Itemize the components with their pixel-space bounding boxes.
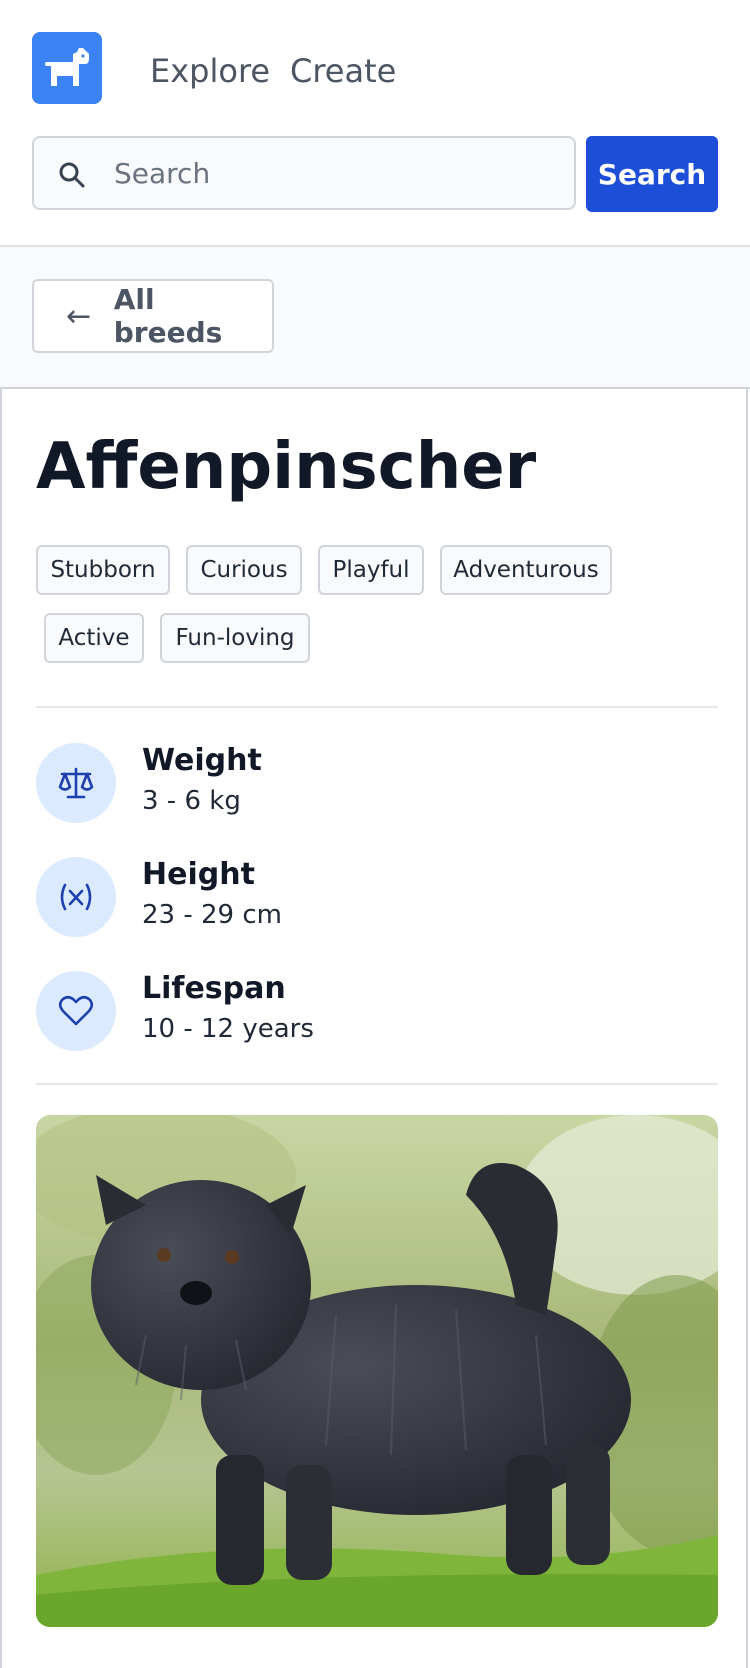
search-field[interactable] <box>32 136 576 210</box>
stat-value: 23 - 29 cm <box>142 900 282 930</box>
scale-icon <box>58 767 94 799</box>
nav-create[interactable]: Create <box>290 50 396 92</box>
tag: Stubborn <box>36 545 170 595</box>
stat-icon-circle <box>36 857 116 937</box>
all-breeds-button[interactable]: ← All breeds <box>32 279 274 353</box>
back-bar: ← All breeds <box>0 247 750 389</box>
tag: Active <box>44 613 144 663</box>
stat-label: Lifespan <box>142 971 286 1006</box>
tag: Playful <box>318 545 424 595</box>
dog-icon <box>45 48 89 86</box>
tag: Fun-loving <box>160 613 310 663</box>
heart-icon <box>58 995 94 1026</box>
stat-lifespan: Lifespan 10 - 12 years <box>36 971 716 1051</box>
stat-value: 3 - 6 kg <box>142 786 241 816</box>
search-icon <box>59 162 85 188</box>
top-bar: Explore Create Search <box>0 0 750 247</box>
stat-icon-circle <box>36 743 116 823</box>
stat-height: Height 23 - 29 cm <box>36 857 716 937</box>
divider <box>36 706 718 708</box>
variable-icon <box>60 883 92 911</box>
stat-label: Height <box>142 857 255 892</box>
logo[interactable] <box>32 32 102 104</box>
search-input[interactable] <box>114 138 554 208</box>
page-title: Affenpinscher <box>36 430 537 504</box>
stat-icon-circle <box>36 971 116 1051</box>
all-breeds-label: All breeds <box>113 283 223 349</box>
breed-photo <box>36 1115 718 1627</box>
stat-weight: Weight 3 - 6 kg <box>36 743 716 823</box>
breed-card: Affenpinscher Stubborn Curious Playful A… <box>0 387 748 1668</box>
tag: Curious <box>186 545 302 595</box>
arrow-left-icon: ← <box>66 298 92 334</box>
search-button[interactable]: Search <box>586 136 718 212</box>
tag: Adventurous <box>440 545 612 595</box>
stat-label: Weight <box>142 743 262 778</box>
divider <box>36 1083 718 1085</box>
nav-explore[interactable]: Explore <box>150 50 270 92</box>
dog-photo-illustration <box>36 1115 718 1627</box>
stat-value: 10 - 12 years <box>142 1014 314 1044</box>
